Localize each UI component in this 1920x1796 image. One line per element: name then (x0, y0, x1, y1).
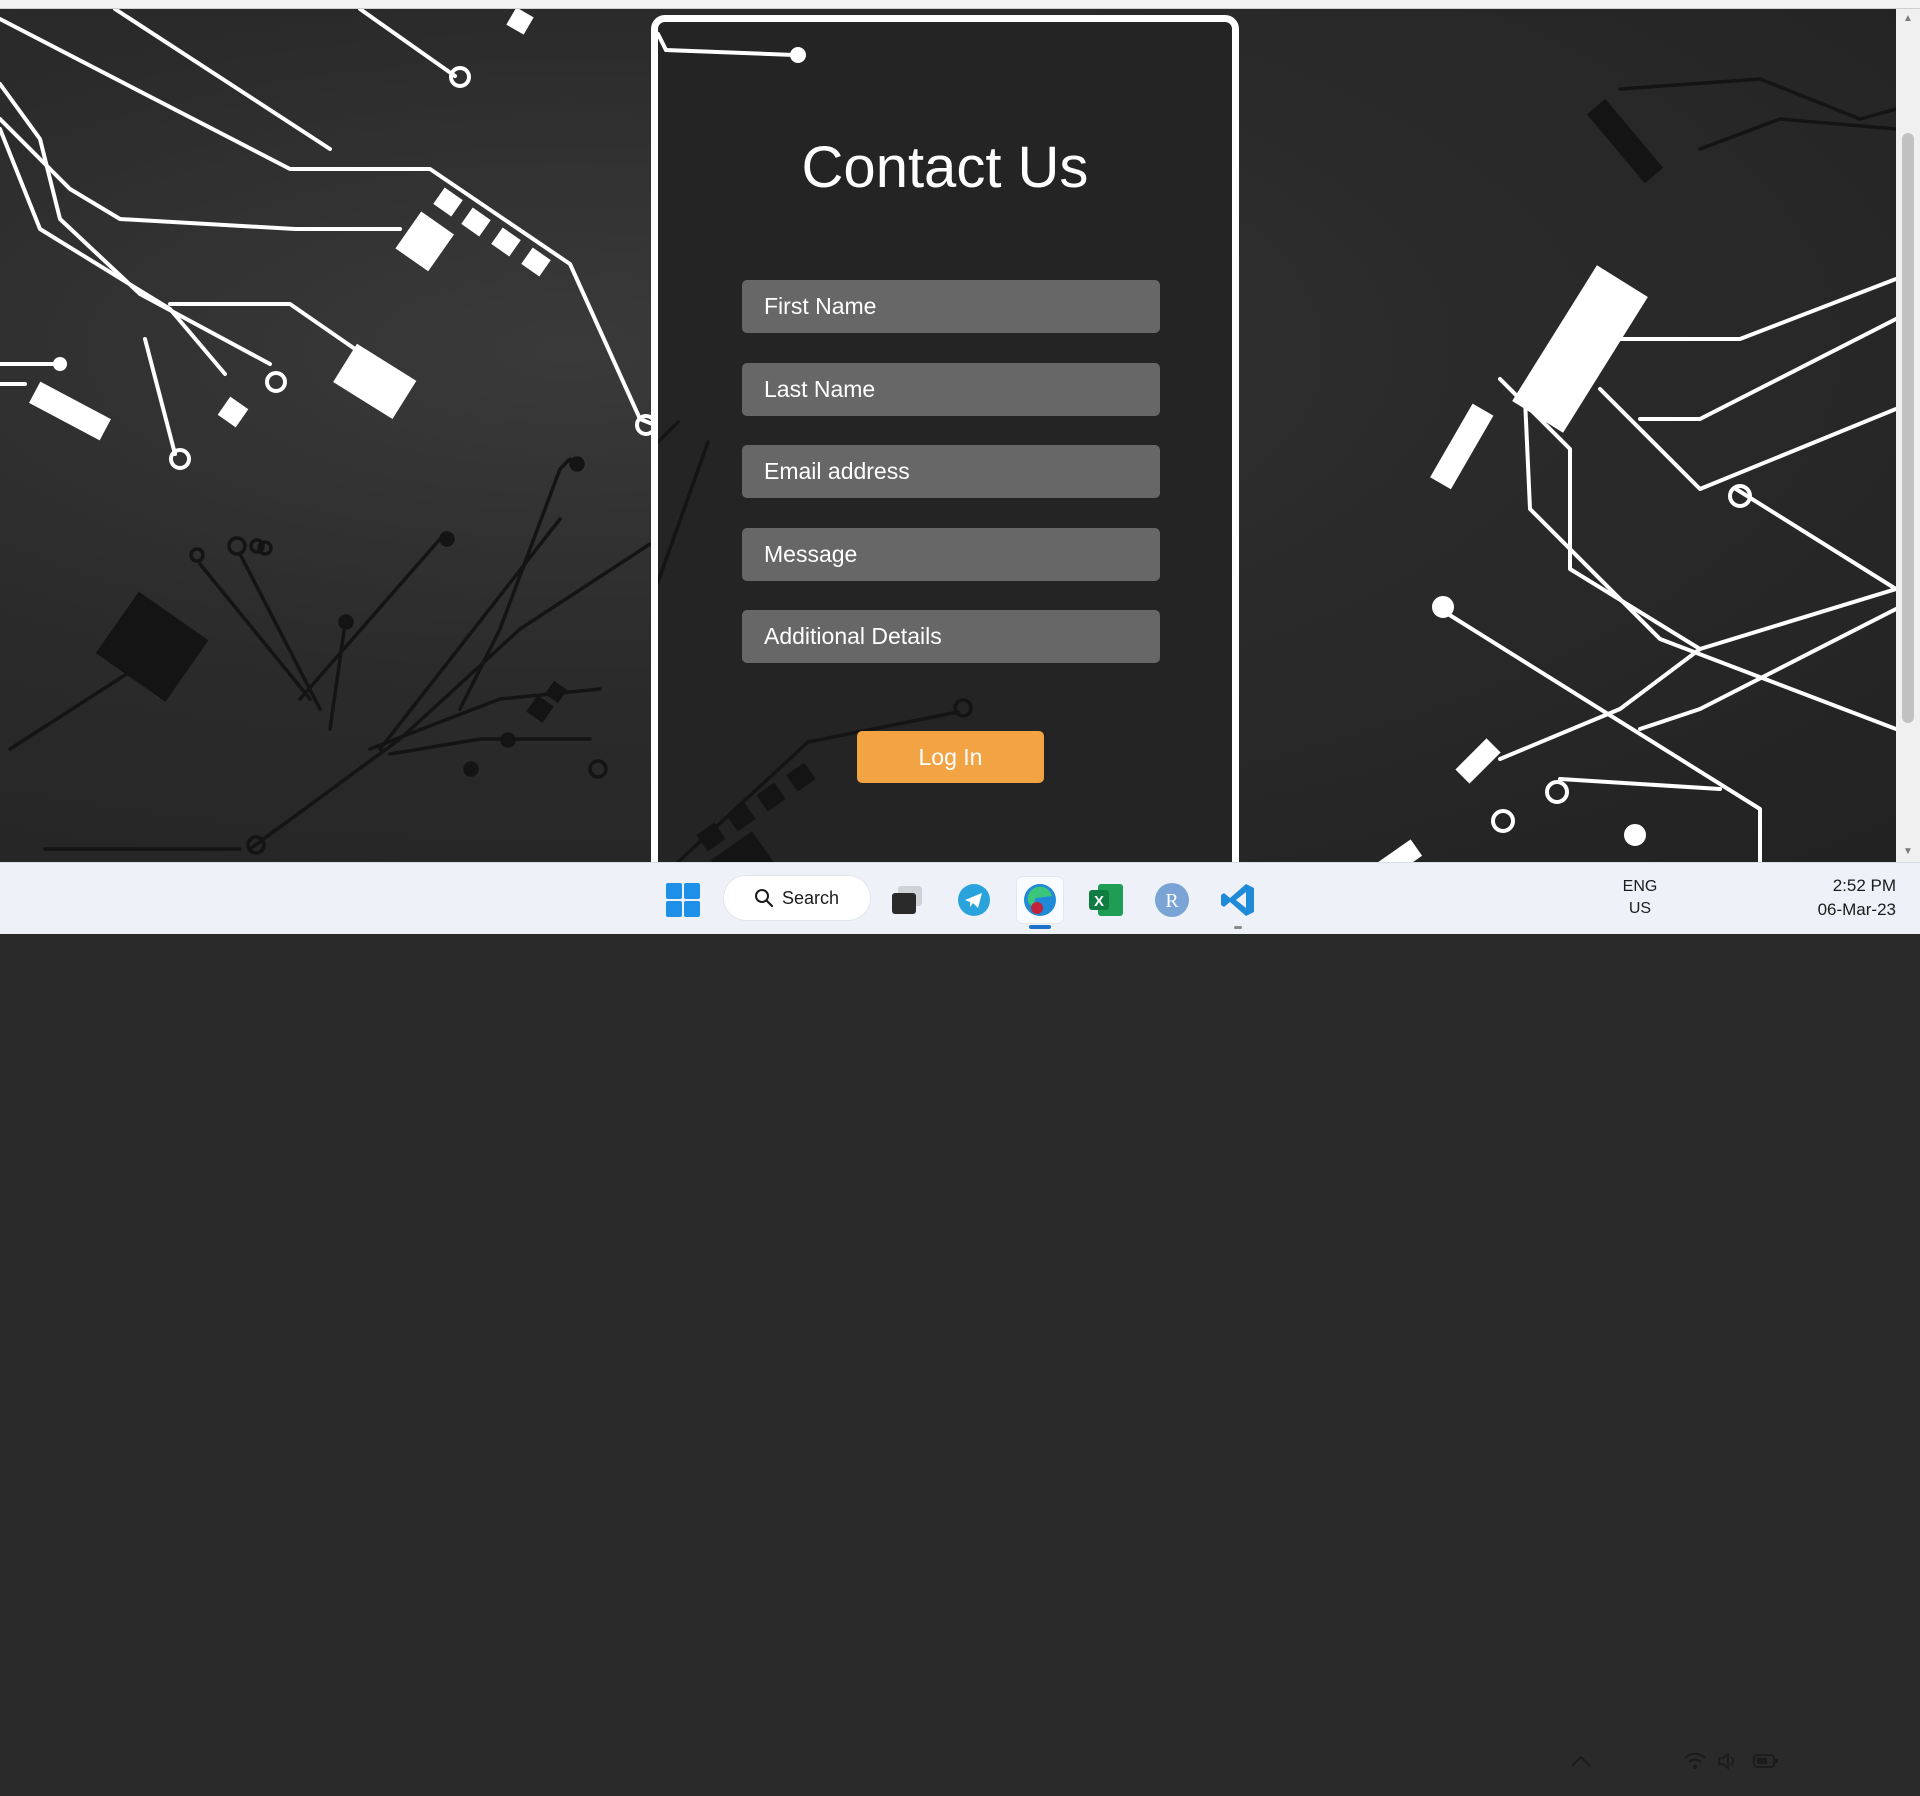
scroll-down-arrow-icon[interactable]: ▼ (1902, 846, 1914, 858)
clock[interactable]: 2:52 PM 06-Mar-23 (1794, 874, 1896, 922)
first-name-field[interactable] (742, 280, 1160, 333)
r-icon[interactable]: R (1149, 877, 1195, 923)
svg-text:X: X (1094, 893, 1104, 910)
additional-details-field[interactable] (742, 610, 1160, 663)
vscode-icon[interactable] (1215, 877, 1261, 923)
wifi-icon[interactable] (1683, 1725, 1707, 1796)
task-view-icon[interactable] (884, 877, 930, 923)
svg-text:R: R (1165, 890, 1179, 912)
start-icon[interactable] (660, 877, 706, 923)
search-icon (755, 889, 774, 908)
volume-icon[interactable] (1717, 1725, 1739, 1796)
email-field[interactable] (742, 445, 1160, 498)
language-indicator[interactable]: ENG US (1610, 876, 1670, 920)
taskbar-search[interactable]: Search (724, 876, 870, 920)
telegram-icon[interactable] (951, 877, 997, 923)
page-scrollbar[interactable]: ▲ ▼ (1896, 9, 1920, 862)
active-app-indicator (1029, 925, 1051, 929)
last-name-field[interactable] (742, 363, 1160, 416)
show-hidden-icons-icon[interactable] (1570, 1725, 1592, 1796)
login-button[interactable]: Log In (857, 731, 1044, 783)
region-code: US (1628, 900, 1652, 917)
search-label: Search (782, 887, 840, 908)
language-code: ENG (1622, 878, 1658, 895)
scroll-up-arrow-icon[interactable]: ▲ (1902, 13, 1914, 25)
contact-card: Contact Us Log In (651, 15, 1239, 885)
excel-icon[interactable]: X (1083, 877, 1129, 923)
battery-icon[interactable] (1753, 1725, 1779, 1796)
browser-top-edge (0, 0, 1920, 9)
clock-time: 2:52 PM (1832, 876, 1896, 895)
scroll-thumb[interactable] (1902, 133, 1914, 723)
message-field[interactable] (742, 528, 1160, 581)
edge-icon[interactable] (1017, 877, 1063, 923)
open-app-indicator (1234, 926, 1242, 929)
clock-date: 06-Mar-23 (1817, 900, 1896, 919)
page-title: Contact Us (801, 135, 1089, 200)
